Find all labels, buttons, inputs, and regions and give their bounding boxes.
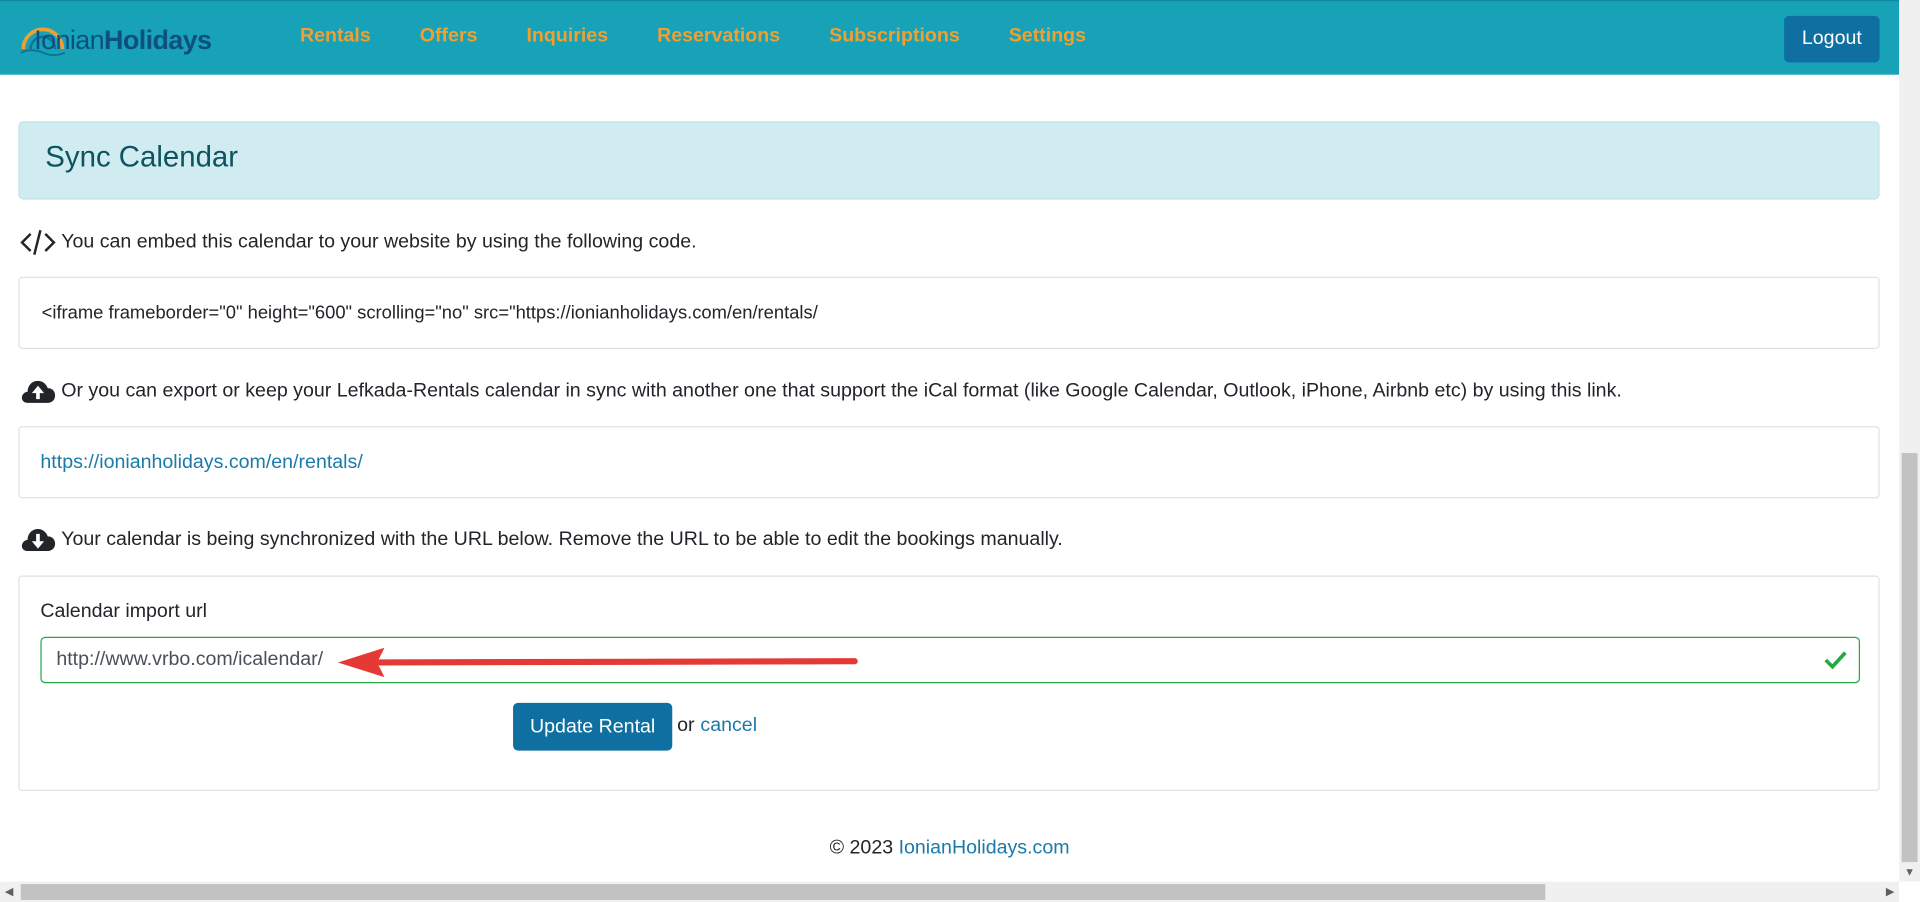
scroll-right-arrow-icon[interactable]: ▶	[1886, 885, 1894, 898]
nav-subscriptions[interactable]: Subscriptions	[829, 26, 960, 48]
scroll-left-arrow-icon[interactable]: ◀	[5, 885, 13, 898]
nav-settings[interactable]: Settings	[1009, 26, 1086, 48]
footer-site-link[interactable]: IonianHolidays.com	[899, 838, 1070, 859]
embed-code[interactable]: <iframe frameborder="0" height="600" scr…	[42, 302, 918, 323]
brand-logo-link[interactable]: IonianHolidays	[20, 18, 212, 60]
brand-name: IonianHolidays	[34, 24, 212, 56]
calendar-import-url-label: Calendar import url	[40, 601, 208, 623]
vertical-scrollbar[interactable]: ▼	[1899, 0, 1920, 882]
ical-export-link[interactable]: https://ionianholidays.com/en/rentals/	[40, 452, 362, 474]
page-title: Sync Calendar	[45, 140, 239, 174]
footer-copyright: © 2023	[829, 837, 894, 859]
export-info: Or you can export or keep your Lefkada-R…	[20, 377, 1622, 406]
calendar-import-url-input[interactable]	[40, 636, 1861, 684]
export-link-box: https://ionianholidays.com/en/rentals/	[18, 426, 1880, 499]
horizontal-scrollbar[interactable]: ◀ ▶	[0, 881, 1900, 902]
nav-offers[interactable]: Offers	[420, 26, 478, 48]
embed-info: You can embed this calendar to your webs…	[20, 228, 697, 257]
embed-info-text: You can embed this calendar to your webs…	[61, 231, 697, 253]
main-nav: Rentals Offers Inquiries Reservations Su…	[300, 26, 1135, 48]
cancel-link[interactable]: cancel	[700, 715, 757, 737]
page: IonianHolidays Rentals Offers Inquiries …	[0, 0, 1920, 902]
import-info-text: Your calendar is being synchronized with…	[61, 528, 1063, 550]
horizontal-scrollbar-thumb[interactable]	[20, 884, 1546, 901]
logout-button[interactable]: Logout	[1784, 15, 1880, 63]
update-rental-button[interactable]: Update Rental	[513, 702, 673, 751]
code-icon	[20, 229, 56, 255]
vertical-scrollbar-thumb[interactable]	[1901, 453, 1918, 863]
scroll-down-arrow-icon[interactable]: ▼	[1904, 866, 1915, 878]
or-text: or	[677, 715, 695, 736]
import-form-card: Calendar import url Update Rental or can…	[18, 575, 1880, 792]
nav-inquiries[interactable]: Inquiries	[526, 26, 608, 48]
top-navbar: IonianHolidays Rentals Offers Inquiries …	[0, 0, 1900, 75]
brand-name-part2: Holidays	[104, 24, 212, 56]
scrollbar-corner	[1899, 881, 1920, 902]
embed-code-box[interactable]: <iframe frameborder="0" height="600" scr…	[18, 276, 1880, 349]
footer: © 2023 IonianHolidays.com	[0, 838, 1899, 860]
cloud-upload-icon	[21, 380, 56, 403]
brand-name-part1: Ionian	[34, 24, 105, 56]
nav-rentals[interactable]: Rentals	[300, 26, 371, 48]
import-info: Your calendar is being synchronized with…	[20, 525, 1063, 554]
cloud-download-icon	[21, 528, 56, 552]
nav-reservations[interactable]: Reservations	[657, 26, 780, 48]
page-header: Sync Calendar	[18, 121, 1880, 200]
check-icon	[1824, 651, 1847, 670]
export-info-text: Or you can export or keep your Lefkada-R…	[61, 380, 1622, 402]
